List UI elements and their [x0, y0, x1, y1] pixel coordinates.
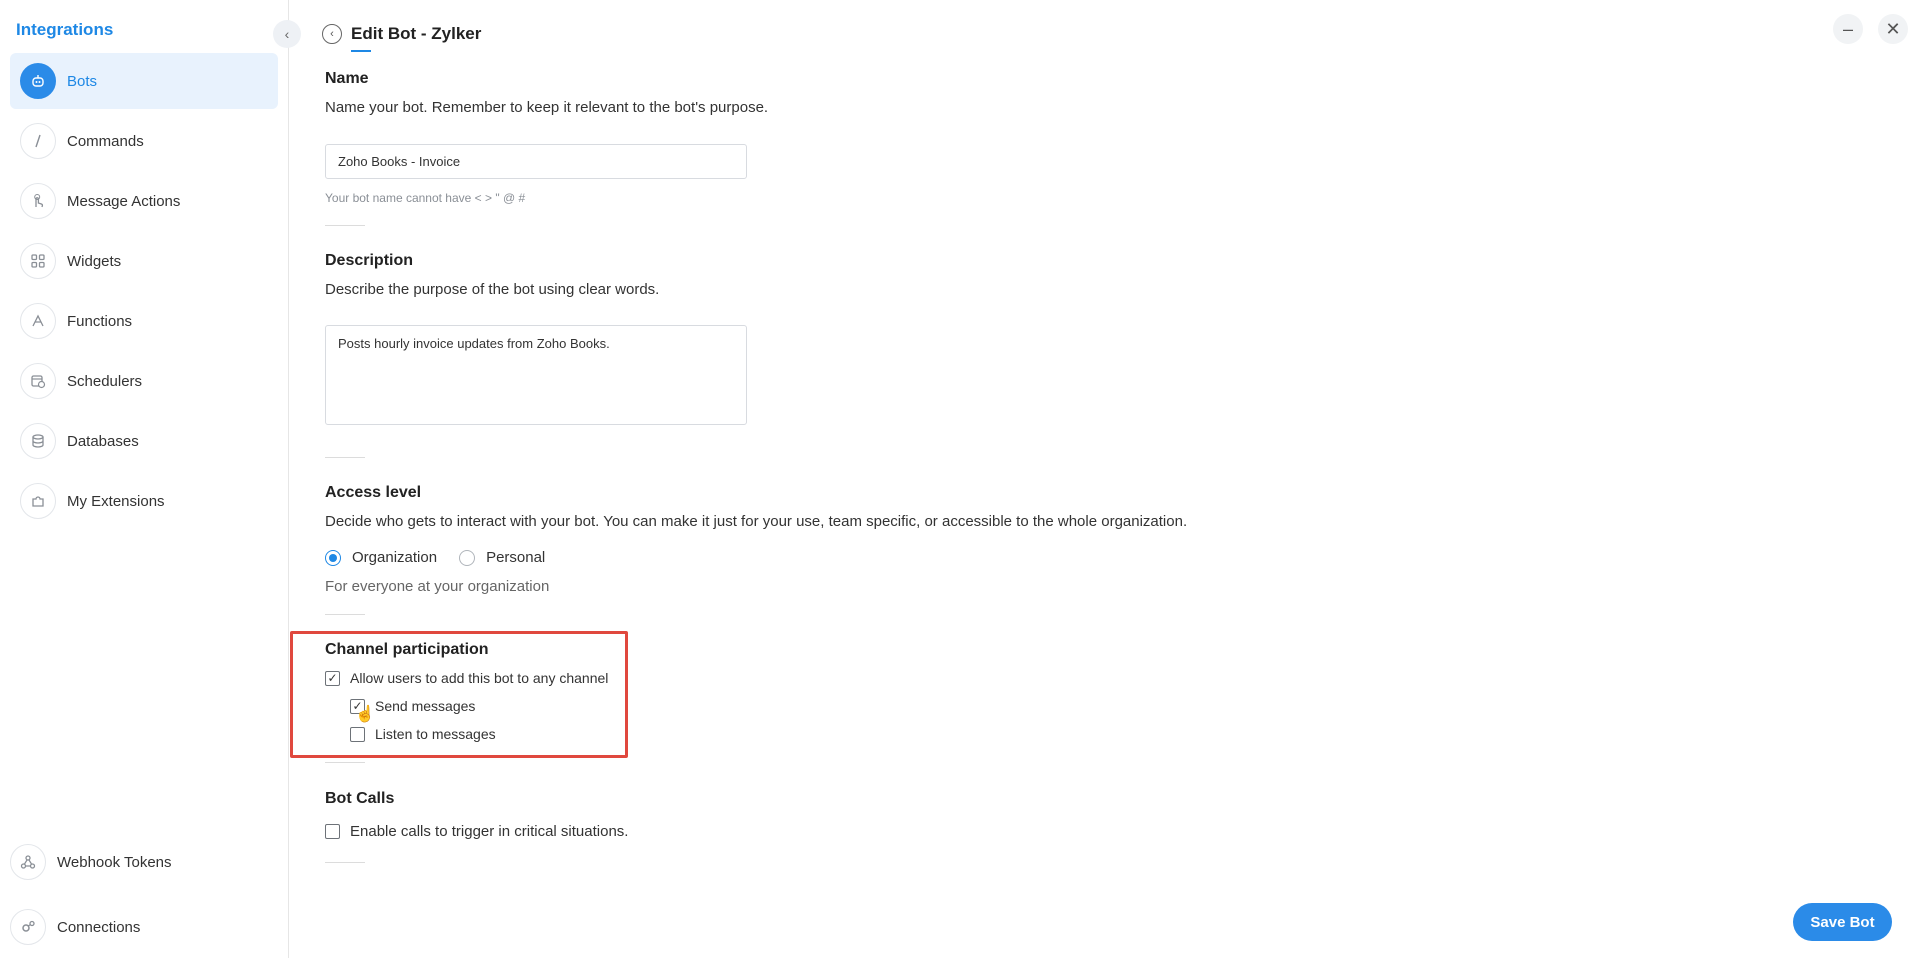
sidebar: Integrations Bots Commands Message Actio… — [0, 0, 289, 958]
back-button[interactable]: ‹ — [322, 24, 342, 44]
chevron-left-icon: ‹ — [284, 26, 290, 42]
calls-section-title: Bot Calls — [325, 790, 395, 807]
webhook-icon — [10, 844, 46, 880]
channel-section-title: Channel participation — [325, 641, 489, 658]
enable-calls-row: Enable calls to trigger in critical situ… — [325, 823, 628, 840]
sidebar-item-message-actions[interactable]: Message Actions — [10, 173, 278, 229]
section-divider — [325, 862, 365, 863]
hand-cursor-icon: ☝ — [355, 706, 375, 723]
name-section-description: Name your bot. Remember to keep it relev… — [325, 99, 769, 116]
database-icon — [20, 423, 56, 459]
description-section-description: Describe the purpose of the bot using cl… — [325, 281, 660, 298]
sidebar-item-label: My Extensions — [67, 492, 165, 510]
minimize-button[interactable]: – — [1833, 14, 1863, 44]
sidebar-item-bots[interactable]: Bots — [10, 53, 278, 109]
enable-calls-checkbox[interactable] — [325, 824, 340, 839]
sidebar-item-databases[interactable]: Databases — [10, 413, 278, 469]
sidebar-item-schedulers[interactable]: Schedulers — [10, 353, 278, 409]
sidebar-item-label: Webhook Tokens — [57, 853, 172, 871]
bot-name-hint: Your bot name cannot have < > " @ # — [325, 191, 526, 205]
listen-messages-checkbox[interactable] — [350, 726, 365, 742]
enable-calls-label: Enable calls to trigger in critical situ… — [350, 823, 629, 840]
sidebar-item-label: Bots — [67, 72, 98, 90]
sidebar-item-webhook-tokens[interactable]: Webhook Tokens — [10, 834, 278, 890]
sidebar-item-functions[interactable]: Functions — [10, 293, 278, 349]
sidebar-item-label: Schedulers — [67, 372, 143, 390]
slash-icon — [20, 123, 56, 159]
access-section-description: Decide who gets to interact with your bo… — [325, 513, 1188, 530]
section-divider — [325, 614, 365, 615]
bot-icon — [20, 63, 56, 99]
collapse-sidebar-button[interactable]: ‹ — [273, 20, 301, 48]
listen-messages-label: Listen to messages — [375, 726, 496, 742]
sidebar-item-label: Message Actions — [67, 192, 181, 210]
title-underline — [351, 50, 371, 52]
bot-name-input[interactable] — [325, 144, 747, 179]
access-radio-group: Organization Personal — [325, 549, 545, 566]
sidebar-item-my-extensions[interactable]: My Extensions — [10, 473, 278, 529]
listen-messages-row: Listen to messages — [350, 726, 496, 742]
sidebar-item-commands[interactable]: Commands — [10, 113, 278, 169]
sidebar-item-connections[interactable]: Connections — [10, 899, 278, 955]
allow-channel-row: ✓ Allow users to add this bot to any cha… — [325, 670, 608, 686]
description-section-title: Description — [325, 252, 414, 269]
grid-icon — [20, 243, 56, 279]
section-divider — [325, 762, 365, 763]
scheduler-icon — [20, 363, 56, 399]
access-hint: For everyone at your organization — [325, 578, 550, 595]
section-divider — [325, 225, 365, 226]
back-arrow-icon: ‹ — [330, 28, 334, 40]
allow-channel-checkbox[interactable]: ✓ — [325, 670, 340, 686]
sidebar-item-label: Databases — [67, 432, 139, 450]
name-section-title: Name — [325, 70, 369, 87]
sidebar-item-label: Connections — [57, 918, 141, 936]
access-section-title: Access level — [325, 484, 422, 501]
function-icon — [20, 303, 56, 339]
connections-icon — [10, 909, 46, 945]
radio-organization-label: Organization — [352, 549, 438, 566]
close-button[interactable]: ✕ — [1878, 14, 1908, 44]
section-divider — [325, 457, 365, 458]
touch-icon — [20, 183, 56, 219]
sidebar-item-label: Widgets — [67, 252, 122, 270]
sidebar-item-widgets[interactable]: Widgets — [10, 233, 278, 289]
minimize-icon: – — [1842, 18, 1853, 39]
page-title: Edit Bot - Zylker — [351, 24, 482, 43]
sidebar-item-label: Functions — [67, 312, 133, 330]
radio-personal[interactable] — [459, 549, 476, 566]
sidebar-item-label: Commands — [67, 132, 144, 150]
send-messages-label: Send messages — [375, 698, 476, 714]
sidebar-title: Integrations — [16, 20, 114, 39]
radio-organization[interactable] — [325, 549, 341, 566]
allow-channel-label: Allow users to add this bot to any chann… — [350, 670, 609, 686]
radio-personal-label: Personal — [486, 549, 546, 566]
close-icon: ✕ — [1885, 18, 1901, 39]
puzzle-icon — [20, 483, 56, 519]
save-bot-button[interactable]: Save Bot — [1793, 903, 1892, 941]
bot-description-textarea[interactable]: Posts hourly invoice updates from Zoho B… — [325, 325, 747, 425]
